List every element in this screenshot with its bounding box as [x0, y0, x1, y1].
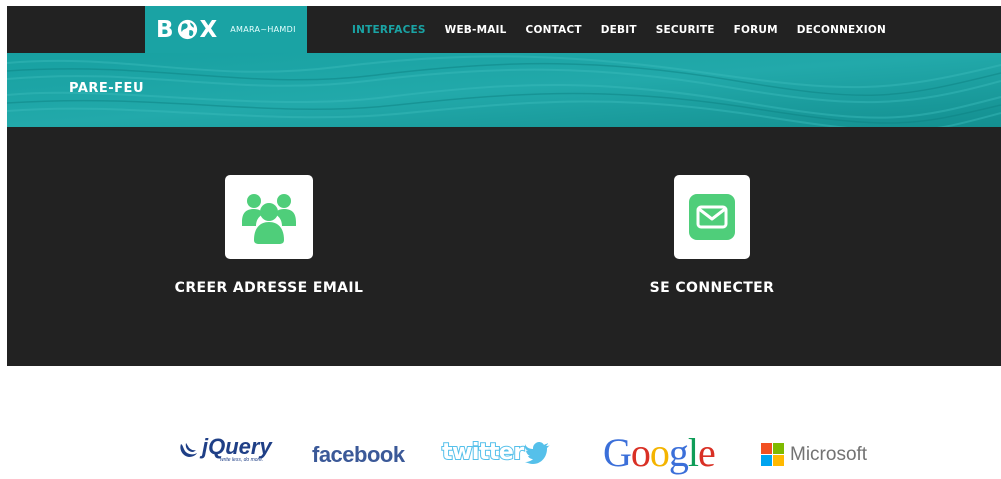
twitter-logo[interactable]: twitter [441, 439, 551, 466]
nav-item-securite[interactable]: SECURITE [656, 24, 715, 36]
wave-texture [7, 53, 1001, 127]
create-email-label[interactable]: CREER ADRESSE EMAIL [175, 280, 364, 296]
users-group-icon [242, 194, 296, 244]
jquery-tagline: write less, do more. [220, 457, 264, 463]
google-wordmark: Google [603, 430, 716, 475]
create-email-tile[interactable] [225, 175, 313, 259]
facebook-logo[interactable]: facebook [312, 442, 405, 468]
jquery-logo[interactable]: jQuery write less, do more. [178, 434, 272, 463]
login-card[interactable]: SE CONNECTER [647, 175, 777, 296]
page-banner: PARE-FEU [7, 53, 1001, 127]
top-navbar: B X AMARA~HAMDI INTERFACES WEB-MAIL CONT… [7, 6, 1001, 53]
partner-logos: jQuery write less, do more. facebook twi… [0, 432, 1001, 477]
facebook-wordmark: facebook [312, 442, 405, 467]
microsoft-wordmark: Microsoft [790, 443, 868, 465]
google-letter-l: l [687, 430, 699, 475]
jquery-swirl-icon [180, 443, 197, 457]
brand-subtitle: AMARA~HAMDI [230, 25, 296, 34]
google-logo[interactable]: Google [603, 430, 716, 475]
nav-item-debit[interactable]: DEBIT [601, 24, 637, 36]
microsoft-windows-icon [761, 443, 784, 466]
google-letter-g: G [603, 430, 632, 475]
google-letter-o1: o [630, 430, 651, 475]
action-panel: CREER ADRESSE EMAIL SE CONNECTER [7, 127, 1001, 366]
brand-logo-x: X [199, 16, 219, 43]
google-letter-o2: o [649, 430, 670, 475]
nav-item-interfaces[interactable]: INTERFACES [352, 24, 426, 36]
login-tile[interactable] [674, 175, 750, 259]
brand-block[interactable]: B X AMARA~HAMDI [145, 6, 307, 53]
login-label[interactable]: SE CONNECTER [650, 280, 775, 296]
brand-logo: B X [156, 17, 218, 43]
twitter-bird-icon [524, 441, 550, 464]
nav-item-forum[interactable]: FORUM [734, 24, 778, 36]
jquery-wordmark: jQuery [202, 434, 272, 459]
microsoft-logo[interactable]: Microsoft [761, 443, 867, 466]
globe-icon [177, 19, 197, 40]
envelope-icon [689, 194, 735, 240]
google-letter-g2: g [668, 430, 689, 475]
page-title: PARE-FEU [69, 81, 144, 96]
nav-item-contact[interactable]: CONTACT [526, 24, 582, 36]
brand-logo-b: B [156, 16, 175, 43]
twitter-wordmark: twitter [441, 439, 525, 466]
main-nav: INTERFACES WEB-MAIL CONTACT DEBIT SECURI… [352, 6, 905, 53]
nav-item-web-mail[interactable]: WEB-MAIL [445, 24, 507, 36]
google-letter-e: e [698, 430, 716, 475]
nav-item-deconnexion[interactable]: DECONNEXION [797, 24, 886, 36]
create-email-card[interactable]: CREER ADRESSE EMAIL [169, 175, 369, 296]
